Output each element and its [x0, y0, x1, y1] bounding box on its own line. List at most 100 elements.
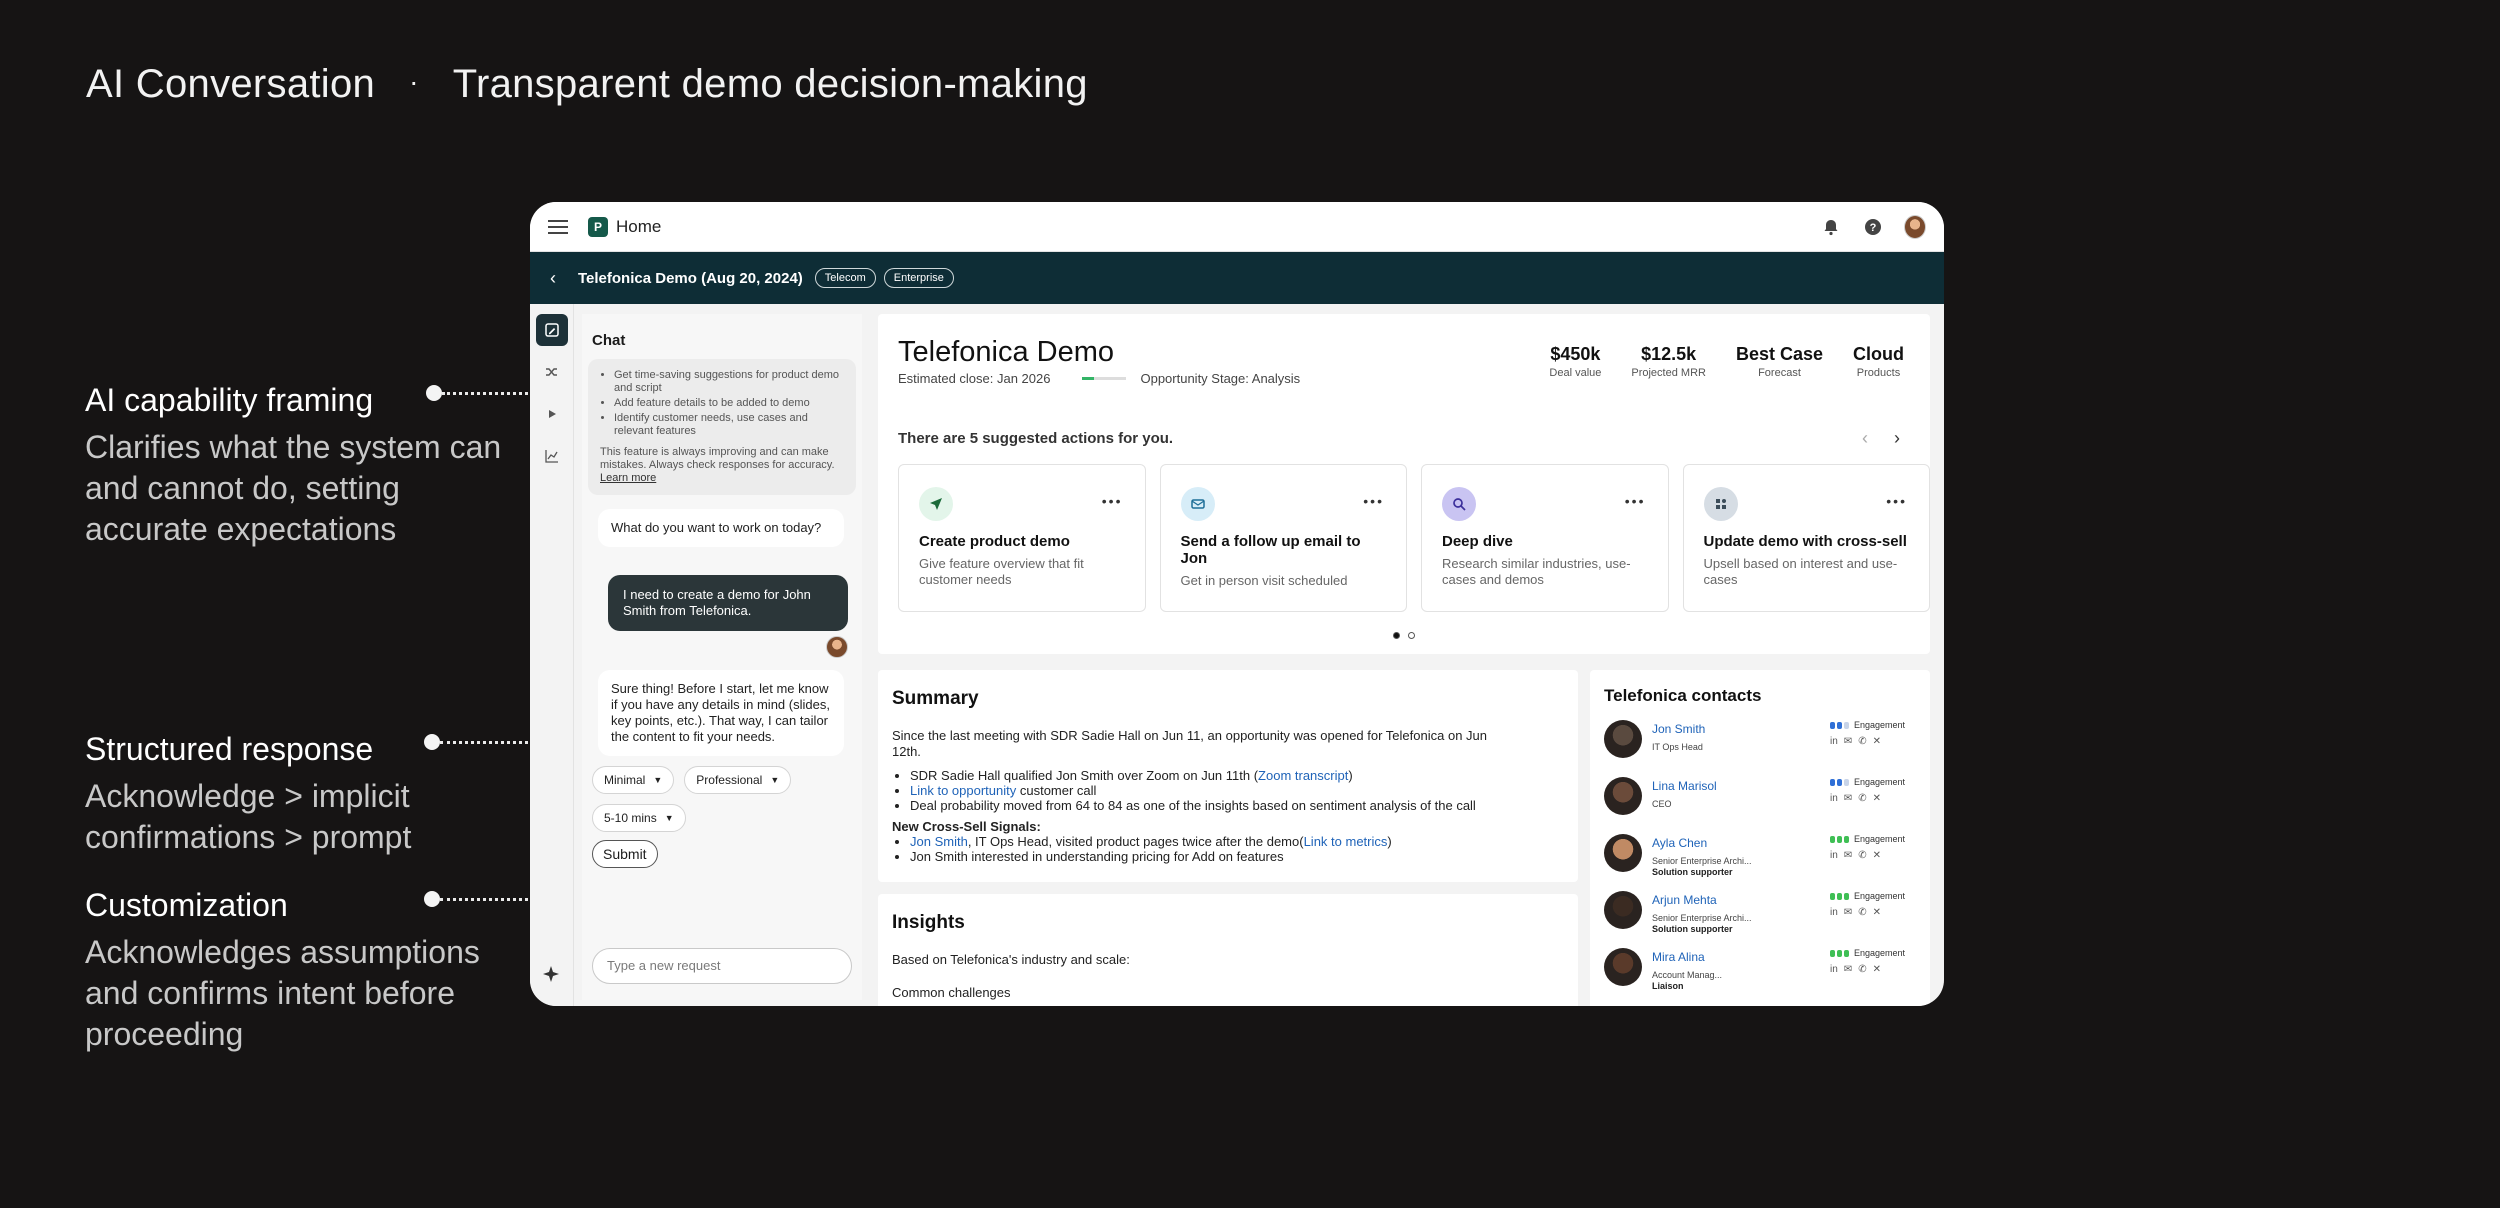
insights-panel: Insights Based on Telefonica's industry … — [878, 894, 1578, 1006]
tone-select[interactable]: Professional ▼ — [684, 766, 792, 794]
contact-row[interactable]: Mira Alina Account Manag... Liaison Engagem… — [1604, 948, 1916, 1005]
capability-card: Get time-saving suggestions for product … — [588, 359, 856, 495]
linkedin-icon[interactable]: in — [1830, 736, 1838, 747]
linkedin-icon[interactable]: in — [1830, 964, 1838, 975]
contact-name[interactable]: Mira Alina — [1652, 950, 1705, 964]
phone-icon[interactable]: ✆ — [1858, 793, 1866, 804]
mail-icon[interactable]: ✉ — [1844, 907, 1852, 918]
contact-name[interactable]: Ayla Chen — [1652, 836, 1707, 850]
chevron-down-icon: ▼ — [653, 775, 663, 785]
user-avatar[interactable] — [1904, 214, 1926, 239]
capability-item: Get time-saving suggestions for product … — [614, 369, 844, 395]
signals-list: Jon Smith, IT Ops Head, visited product … — [892, 834, 1564, 864]
phone-icon[interactable]: ✆ — [1858, 736, 1866, 747]
metric-mrr: $12.5k Projected MRR — [1631, 344, 1706, 379]
chart-icon[interactable] — [536, 440, 568, 472]
card-create-demo[interactable]: ••• Create product demo Give feature ove… — [898, 464, 1146, 612]
summary-text: SDR Sadie Hall qualified Jon Smith over … — [910, 768, 1259, 783]
submit-button[interactable]: Submit — [592, 840, 658, 868]
linkedin-icon[interactable]: in — [1830, 907, 1838, 918]
style-select[interactable]: Minimal ▼ — [592, 766, 675, 794]
annotation-title: Customization — [85, 887, 288, 923]
summary-list: SDR Sadie Hall qualified Jon Smith over … — [892, 768, 1564, 813]
mail-icon[interactable]: ✉ — [1844, 850, 1852, 861]
play-icon[interactable] — [536, 398, 568, 430]
shuffle-icon[interactable] — [536, 356, 568, 388]
edit-icon[interactable] — [535, 314, 568, 346]
metric-value: $450k — [1550, 344, 1601, 364]
mail-icon[interactable]: ✉ — [1844, 793, 1852, 804]
home-label[interactable]: Home — [616, 217, 661, 237]
pager-dot[interactable] — [1408, 632, 1415, 639]
contact-row[interactable]: Ayla Chen Senior Enterprise Archi... Solut… — [1604, 834, 1916, 891]
contacts-panel: Telefonica contacts Jon Smith IT Ops Head… — [1590, 670, 1930, 1006]
phone-icon[interactable]: ✆ — [1858, 907, 1866, 918]
more-options-icon[interactable]: ••• — [1886, 493, 1907, 509]
engagement-indicator: Engagement — [1830, 948, 1905, 958]
x-icon[interactable]: ✕ — [1873, 793, 1881, 804]
menu-icon[interactable] — [548, 219, 568, 234]
contact-link[interactable]: Jon Smith — [910, 834, 968, 849]
pager-dot-active[interactable] — [1393, 632, 1400, 639]
annotation-capability-framing: AI capability framing Clarifies what the… — [85, 382, 505, 550]
chat-input[interactable]: Type a new request — [592, 948, 852, 984]
learn-more-link[interactable]: Learn more — [600, 472, 656, 484]
contact-role-text: Senior Enterprise Archi... — [1652, 856, 1752, 866]
contact-role: Senior Enterprise Archi... Solution suppo… — [1652, 856, 1752, 878]
linkedin-icon[interactable]: in — [1830, 850, 1838, 861]
card-deep-dive[interactable]: ••• Deep dive Research similar industrie… — [1421, 464, 1669, 612]
chevron-right-icon[interactable]: › — [1894, 428, 1900, 449]
contact-name[interactable]: Arjun Mehta — [1652, 893, 1717, 907]
x-icon[interactable]: ✕ — [1873, 907, 1881, 918]
contact-role: Senior Enterprise Archi... Solution suppo… — [1652, 913, 1752, 935]
more-options-icon[interactable]: ••• — [1102, 493, 1123, 509]
contact-role: CEO — [1652, 799, 1717, 810]
card-follow-up[interactable]: ••• Send a follow up email to Jon Get in… — [1159, 464, 1407, 612]
chevron-left-icon[interactable]: ‹ — [1862, 428, 1868, 449]
phone-icon[interactable]: ✆ — [1858, 850, 1866, 861]
slide-title: AI Conversation · Transparent demo decisio… — [86, 62, 1088, 107]
action-cards: ••• Create product demo Give feature ove… — [898, 464, 1930, 612]
more-options-icon[interactable]: ••• — [1363, 493, 1384, 509]
annotation-body: Clarifies what the system can and cannot… — [85, 429, 502, 547]
contact-name[interactable]: Jon Smith — [1652, 722, 1705, 736]
contact-role-text: Senior Enterprise Archi... — [1652, 913, 1752, 923]
card-title: Deep dive — [1442, 533, 1513, 550]
bell-icon[interactable] — [1820, 216, 1842, 238]
zoom-transcript-link[interactable]: Zoom transcript — [1258, 768, 1348, 783]
annotation-body: Acknowledges assumptions and confirms in… — [85, 934, 480, 1052]
linkedin-icon[interactable]: in — [1830, 793, 1838, 804]
list-item: SDR Sadie Hall qualified Jon Smith over … — [910, 768, 1564, 783]
back-icon[interactable]: ‹ — [550, 268, 556, 289]
tag-telecom[interactable]: Telecom — [814, 268, 876, 288]
tag-enterprise[interactable]: Enterprise — [883, 268, 954, 288]
list-item: Link to opportunity customer call — [910, 783, 1564, 798]
card-cross-sell[interactable]: ••• Update demo with cross-sell Upsell b… — [1682, 464, 1930, 612]
x-icon[interactable]: ✕ — [1873, 850, 1881, 861]
contact-row[interactable]: Arjun Mehta Senior Enterprise Archi... Sol… — [1604, 891, 1916, 948]
contact-row[interactable]: Jon Smith IT Ops Head Engagement in ✉ ✆ ✕ — [1604, 720, 1916, 777]
mail-icon[interactable]: ✉ — [1844, 736, 1852, 747]
annotation-dot — [424, 891, 440, 907]
metrics-link[interactable]: Link to metrics — [1304, 834, 1388, 849]
avatar — [1604, 777, 1642, 815]
mail-icon[interactable]: ✉ — [1844, 964, 1852, 975]
more-options-icon[interactable]: ••• — [1625, 493, 1646, 509]
list-item: Jon Smith interested in understanding pr… — [910, 849, 1564, 864]
duration-select[interactable]: 5-10 mins ▼ — [592, 804, 686, 832]
search-icon — [1442, 487, 1476, 521]
x-icon[interactable]: ✕ — [1873, 964, 1881, 975]
sparkle-icon[interactable] — [542, 965, 560, 988]
x-icon[interactable]: ✕ — [1873, 736, 1881, 747]
opportunity-link[interactable]: Link to opportunity — [910, 783, 1016, 798]
help-icon[interactable]: ? — [1862, 216, 1884, 238]
contact-row[interactable]: Lina Marisol CEO Engagement in ✉ ✆ ✕ — [1604, 777, 1916, 834]
phone-icon[interactable]: ✆ — [1858, 964, 1866, 975]
annotation-dot — [426, 385, 442, 401]
contact-role: IT Ops Head — [1652, 742, 1705, 753]
engagement-indicator: Engagement — [1830, 720, 1905, 730]
engagement-label: Engagement — [1854, 891, 1906, 901]
contact-actions: in ✉ ✆ ✕ — [1830, 736, 1881, 747]
contact-name[interactable]: Lina Marisol — [1652, 779, 1717, 793]
metric-value: Cloud — [1853, 344, 1904, 364]
